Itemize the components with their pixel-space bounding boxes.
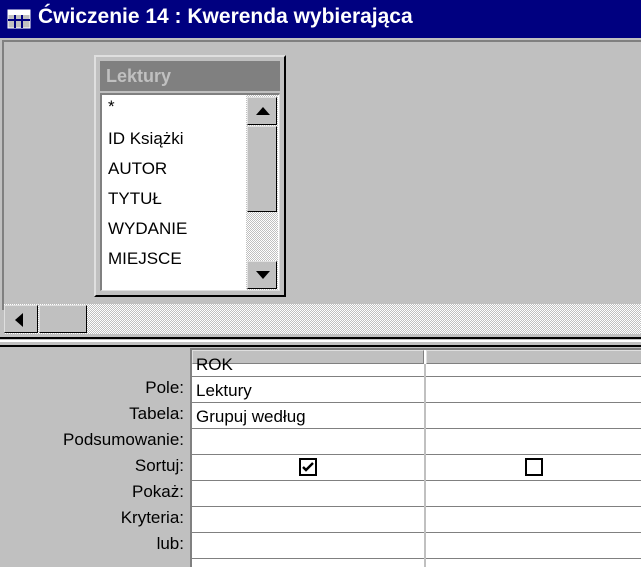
checkmark-icon [302,462,314,472]
row-label-field: Pole: [145,378,184,397]
row-label-table: Tabela: [129,404,184,423]
scroll-up-button[interactable] [247,97,277,125]
table-pane-scrollbar[interactable] [4,304,641,334]
query-grid-icon [7,9,31,29]
column-selector-2[interactable] [426,350,641,364]
query-design-window: Ćwiczenie 14 : Kwerenda wybierająca Lekt… [0,0,641,567]
field-item-all[interactable]: * [108,97,115,117]
row-label-or: lub: [156,534,184,553]
arrow-down-icon [256,271,270,279]
window-title: Ćwiczenie 14 : Kwerenda wybierająca [38,5,413,28]
show-checkbox-1[interactable] [299,458,317,476]
row-label-criteria: Kryteria: [120,508,184,527]
field-item-tytul[interactable]: TYTUŁ [108,189,162,209]
field-item-wydanie[interactable]: WYDANIE [108,219,187,239]
field-item-autor[interactable]: AUTOR [108,159,167,179]
design-grid[interactable]: ROK Lektury Grupuj według [190,348,641,567]
field-list-box[interactable]: * ID Książki AUTOR TYTUŁ WYDANIE MIEJSCE [100,93,280,291]
show-checkbox-2[interactable] [525,458,543,476]
field-list-scrollbar[interactable] [246,95,278,290]
arrow-left-icon [15,313,23,327]
field-item-id-ksiazki[interactable]: ID Książki [108,129,184,149]
cell-total-1[interactable]: Grupuj według [196,407,306,427]
cell-field-1[interactable]: ROK [196,355,233,375]
grid-row-labels: Pole: Tabela: Podsumowanie: Sortuj: Poka… [0,348,190,567]
field-list-lektury[interactable]: Lektury * ID Książki AUTOR TYTUŁ WYDANIE… [94,55,286,297]
row-label-show: Pokaż: [132,482,184,501]
field-list-title[interactable]: Lektury [100,61,280,91]
scroll-left-button[interactable] [4,305,38,333]
field-item-miejsce[interactable]: MIEJSCE [108,249,182,269]
scroll-thumb-horizontal[interactable] [39,305,87,333]
cell-table-1[interactable]: Lektury [196,381,252,401]
scroll-down-button[interactable] [247,261,277,289]
pane-splitter[interactable] [0,337,641,347]
title-bar[interactable]: Ćwiczenie 14 : Kwerenda wybierająca [0,0,641,38]
row-label-sort: Sortuj: [134,456,184,475]
row-label-total: Podsumowanie: [63,430,184,449]
scroll-thumb[interactable] [247,126,277,212]
arrow-up-icon [256,107,270,115]
